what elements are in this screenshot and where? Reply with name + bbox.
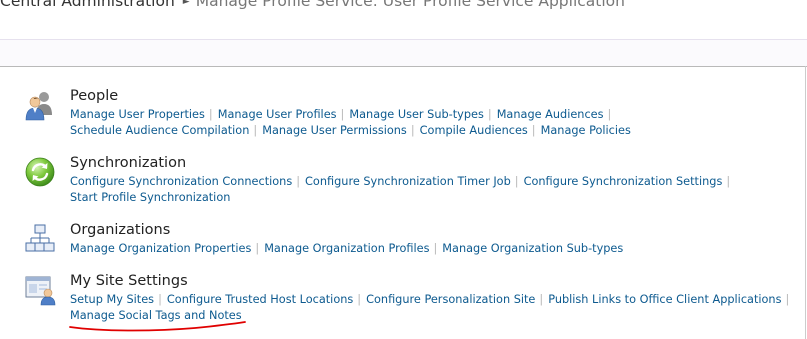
- link-manage-organization-properties[interactable]: Manage Organization Properties: [70, 242, 251, 255]
- breadcrumb-separator-icon: ►: [182, 0, 190, 7]
- separator: |: [208, 108, 213, 121]
- page-title: Manage Profile Service: User Profile Ser…: [195, 0, 625, 10]
- separator: |: [433, 242, 438, 255]
- separator: |: [357, 293, 362, 306]
- separator: |: [296, 175, 301, 188]
- section-title-organizations: Organizations: [70, 222, 171, 238]
- link-manage-user-properties[interactable]: Manage User Properties: [70, 108, 205, 121]
- link-manage-user-profiles[interactable]: Manage User Profiles: [218, 108, 337, 121]
- separator: |: [514, 175, 519, 188]
- link-start-profile-synchronization[interactable]: Start Profile Synchronization: [70, 191, 230, 204]
- section-title-synchronization: Synchronization: [70, 155, 187, 171]
- header-band: [0, 39, 807, 67]
- separator: |: [253, 124, 258, 137]
- separator: |: [726, 175, 731, 188]
- right-border: [805, 66, 806, 339]
- separator: |: [340, 108, 345, 121]
- link-manage-organization-profiles[interactable]: Manage Organization Profiles: [264, 242, 429, 255]
- page: Central Administration ► Manage Profile Se…: [0, 0, 807, 339]
- link-manage-audiences[interactable]: Manage Audiences: [497, 108, 604, 121]
- separator: |: [255, 242, 260, 255]
- link-manage-user-permissions[interactable]: Manage User Permissions: [262, 124, 407, 137]
- sync-icon: [25, 157, 55, 187]
- separator: |: [531, 124, 536, 137]
- separator: |: [487, 108, 492, 121]
- link-schedule-audience-compilation[interactable]: Schedule Audience Compilation: [70, 124, 249, 137]
- link-configure-synchronization-settings[interactable]: Configure Synchronization Settings: [524, 175, 723, 188]
- link-manage-user-sub-types[interactable]: Manage User Sub-types: [349, 108, 484, 121]
- link-publish-links-to-office-client-applications[interactable]: Publish Links to Office Client Applicati…: [548, 293, 781, 306]
- link-manage-organization-sub-types[interactable]: Manage Organization Sub-types: [442, 242, 623, 255]
- separator: |: [539, 293, 544, 306]
- separator: |: [785, 293, 790, 306]
- separator: |: [410, 124, 415, 137]
- link-manage-social-tags-and-notes[interactable]: Manage Social Tags and Notes: [70, 309, 242, 322]
- people-icon: [25, 92, 52, 121]
- link-configure-trusted-host-locations[interactable]: Configure Trusted Host Locations: [167, 293, 353, 306]
- link-setup-my-sites[interactable]: Setup My Sites: [70, 293, 154, 306]
- separator: |: [158, 293, 162, 306]
- link-compile-audiences[interactable]: Compile Audiences: [420, 124, 528, 137]
- separator: |: [607, 108, 612, 121]
- section-title-people: People: [70, 88, 119, 104]
- breadcrumb: Central Administration ► Manage Profile Se…: [0, 0, 625, 12]
- my-site-icon: [25, 276, 56, 306]
- link-configure-synchronization-timer-job[interactable]: Configure Synchronization Timer Job: [305, 175, 511, 188]
- link-manage-policies[interactable]: Manage Policies: [541, 124, 631, 137]
- link-configure-personalization-site[interactable]: Configure Personalization Site: [366, 293, 535, 306]
- section-title-my-site-settings: My Site Settings: [70, 273, 188, 289]
- org-chart-icon: [25, 224, 55, 252]
- breadcrumb-root-link[interactable]: Central Administration: [0, 0, 175, 10]
- link-configure-synchronization-connections[interactable]: Configure Synchronization Connections: [70, 175, 292, 188]
